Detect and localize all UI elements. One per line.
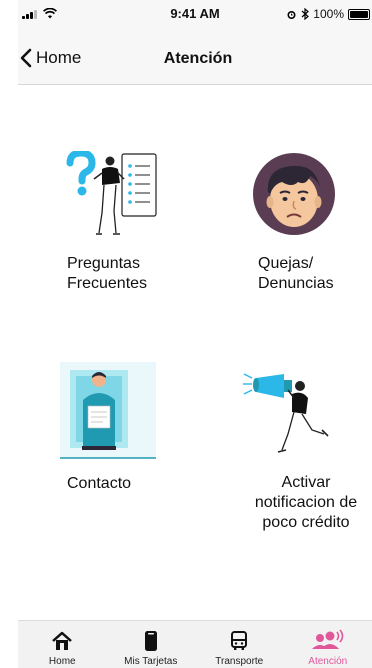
battery-percent: 100% [313, 7, 344, 21]
tile-activar-notificacion[interactable]: Activar notificacion de poco crédito [218, 358, 372, 558]
tab-label: Home [48, 656, 76, 667]
alarm-icon [287, 10, 296, 19]
tab-label: Transporte [215, 656, 264, 667]
megaphone-illustration [243, 373, 329, 453]
bluetooth-icon [301, 8, 310, 20]
status-right-group: 100% [286, 7, 370, 21]
complaint-face-illustration [253, 153, 335, 235]
tab-home[interactable]: Home [18, 621, 107, 668]
battery-icon [348, 8, 370, 20]
tile-label: Quejas/ Denuncias [258, 255, 334, 292]
tab-label: Mis Tarjetas [124, 656, 178, 667]
people-sound-icon [311, 629, 344, 649]
tile-label: Activar notificacion de poco crédito [254, 474, 358, 531]
page-title: Atención [163, 50, 233, 67]
app-screen: 9:41 AM 100% Home Atención Preguntas Fre… [18, 0, 372, 668]
tab-bar: Home Mis Tarjetas Transporte Atención [18, 620, 372, 668]
faq-illustration [66, 151, 157, 235]
tab-transporte[interactable]: Transporte [195, 621, 284, 668]
bus-icon [231, 631, 248, 650]
content-area: Preguntas Frecuentes Quejas/ Denuncias C… [18, 86, 372, 620]
tab-atencion[interactable]: Atención [284, 621, 372, 668]
tile-label: Preguntas Frecuentes [67, 255, 148, 292]
card-icon [144, 631, 157, 651]
navigation-bar: Home Atención [18, 28, 372, 85]
tab-label: Atención [308, 656, 348, 667]
contact-illustration [60, 362, 156, 459]
tab-mis-tarjetas[interactable]: Mis Tarjetas [107, 621, 196, 668]
tile-preguntas-frecuentes[interactable]: Preguntas Frecuentes [48, 146, 208, 306]
tile-label: Contacto [67, 475, 132, 492]
tile-quejas-denuncias[interactable]: Quejas/ Denuncias [218, 146, 372, 306]
tile-contacto[interactable]: Contacto [48, 358, 208, 498]
status-bar: 9:41 AM 100% [18, 0, 372, 28]
home-icon [52, 631, 73, 650]
